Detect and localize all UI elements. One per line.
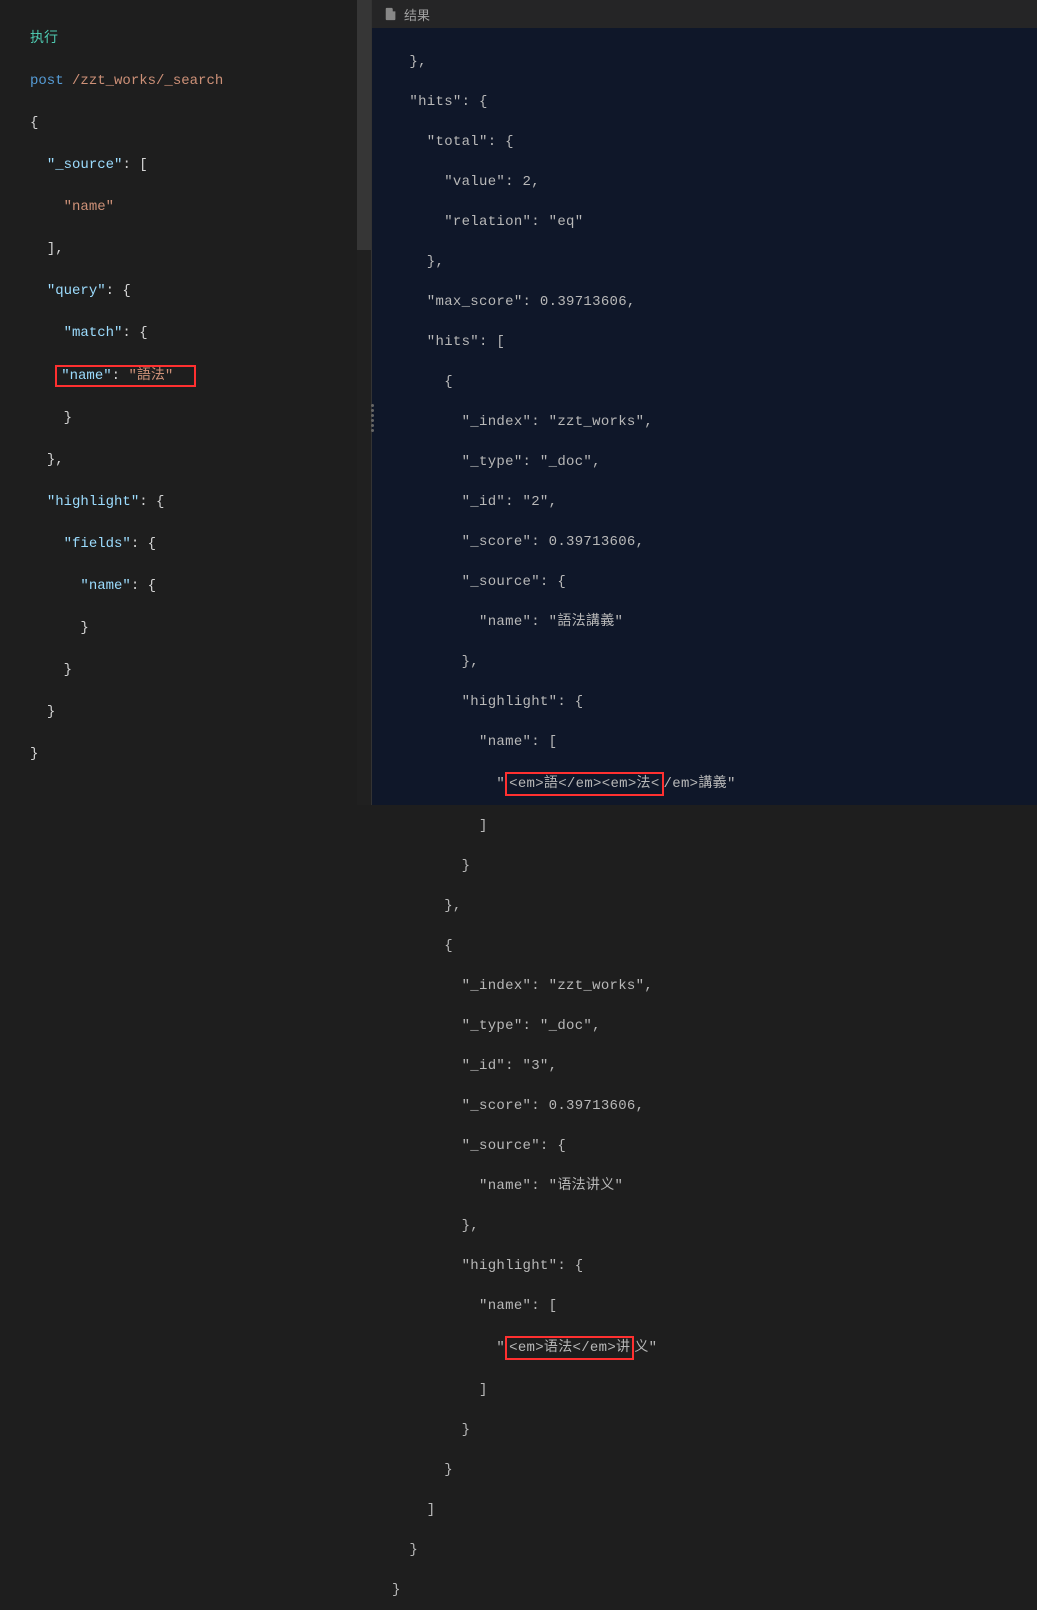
query-key: "query" bbox=[47, 283, 106, 299]
highlight-line-1: "<em>語</em><em>法</em>講義" bbox=[392, 772, 1037, 796]
json-line: "_source": { bbox=[392, 572, 1037, 592]
json-line: ] bbox=[392, 816, 1037, 836]
json-line: "name": [ bbox=[392, 1296, 1037, 1316]
json-line: "highlight": { bbox=[392, 692, 1037, 712]
json-line: { bbox=[392, 372, 1037, 392]
json-line: "hits": { bbox=[392, 92, 1037, 112]
json-line: } bbox=[392, 1420, 1037, 1440]
response-panel: 结果 }, "hits": { "total": { "value": 2, "… bbox=[372, 0, 1037, 805]
json-line: } bbox=[392, 1540, 1037, 1560]
json-line: } bbox=[392, 1460, 1037, 1480]
json-line: "_type": "_doc", bbox=[392, 1016, 1037, 1036]
json-line: } bbox=[392, 1580, 1037, 1600]
request-path: /zzt_works/_search bbox=[72, 73, 223, 89]
json-line: "total": { bbox=[392, 132, 1037, 152]
json-line: ] bbox=[392, 1380, 1037, 1400]
request-code[interactable]: 执行 post /zzt_works/_search { "_source": … bbox=[0, 0, 371, 807]
json-line: "value": 2, bbox=[392, 172, 1037, 192]
source-field: "name" bbox=[64, 199, 114, 215]
fields-name-key: "name" bbox=[80, 578, 130, 594]
json-line: }, bbox=[392, 896, 1037, 916]
match-key: "match" bbox=[64, 325, 123, 341]
highlight-box-2: <em>语法</em>讲 bbox=[505, 1336, 634, 1360]
json-line: "_source": { bbox=[392, 1136, 1037, 1156]
json-line: "_index": "zzt_works", bbox=[392, 976, 1037, 996]
highlight-key: "highlight" bbox=[47, 494, 139, 510]
json-line: { bbox=[392, 936, 1037, 956]
result-icon bbox=[384, 7, 398, 21]
json-line: "hits": [ bbox=[392, 332, 1037, 352]
json-line: "_id": "3", bbox=[392, 1056, 1037, 1076]
json-line: }, bbox=[392, 52, 1037, 72]
json-line: "_id": "2", bbox=[392, 492, 1037, 512]
json-line: "name": [ bbox=[392, 732, 1037, 752]
left-scrollbar-thumb[interactable] bbox=[357, 0, 371, 250]
json-line: "_score": 0.39713606, bbox=[392, 1096, 1037, 1116]
response-body[interactable]: }, "hits": { "total": { "value": 2, "rel… bbox=[372, 28, 1037, 1610]
json-line: "_index": "zzt_works", bbox=[392, 412, 1037, 432]
json-line: "name": "語法講義" bbox=[392, 612, 1037, 632]
left-scrollbar[interactable] bbox=[357, 0, 371, 805]
json-line: "name": "语法讲义" bbox=[392, 1176, 1037, 1196]
json-line: }, bbox=[392, 252, 1037, 272]
json-line: ] bbox=[392, 1500, 1037, 1520]
json-line: }, bbox=[392, 652, 1037, 672]
request-editor-panel: 执行 post /zzt_works/_search { "_source": … bbox=[0, 0, 372, 805]
highlight-line-2: "<em>语法</em>讲义" bbox=[392, 1336, 1037, 1360]
json-line: } bbox=[392, 856, 1037, 876]
source-key: "_source" bbox=[47, 157, 123, 173]
json-line: "max_score": 0.39713606, bbox=[392, 292, 1037, 312]
execute-link[interactable]: 执行 bbox=[30, 31, 58, 47]
result-tab-label[interactable]: 结果 bbox=[404, 5, 430, 24]
highlight-box-1: <em>語</em><em>法< bbox=[505, 772, 663, 796]
json-line: "_type": "_doc", bbox=[392, 452, 1037, 472]
json-line: "_score": 0.39713606, bbox=[392, 532, 1037, 552]
json-line: "relation": "eq" bbox=[392, 212, 1037, 232]
json-line: }, bbox=[392, 1216, 1037, 1236]
fields-key: "fields" bbox=[64, 536, 131, 552]
split-handle[interactable] bbox=[370, 403, 376, 433]
http-method: post bbox=[30, 73, 64, 89]
result-tab-bar: 结果 bbox=[372, 0, 1037, 28]
json-line: "highlight": { bbox=[392, 1256, 1037, 1276]
match-name-highlight: "name": "語法" bbox=[55, 365, 196, 387]
